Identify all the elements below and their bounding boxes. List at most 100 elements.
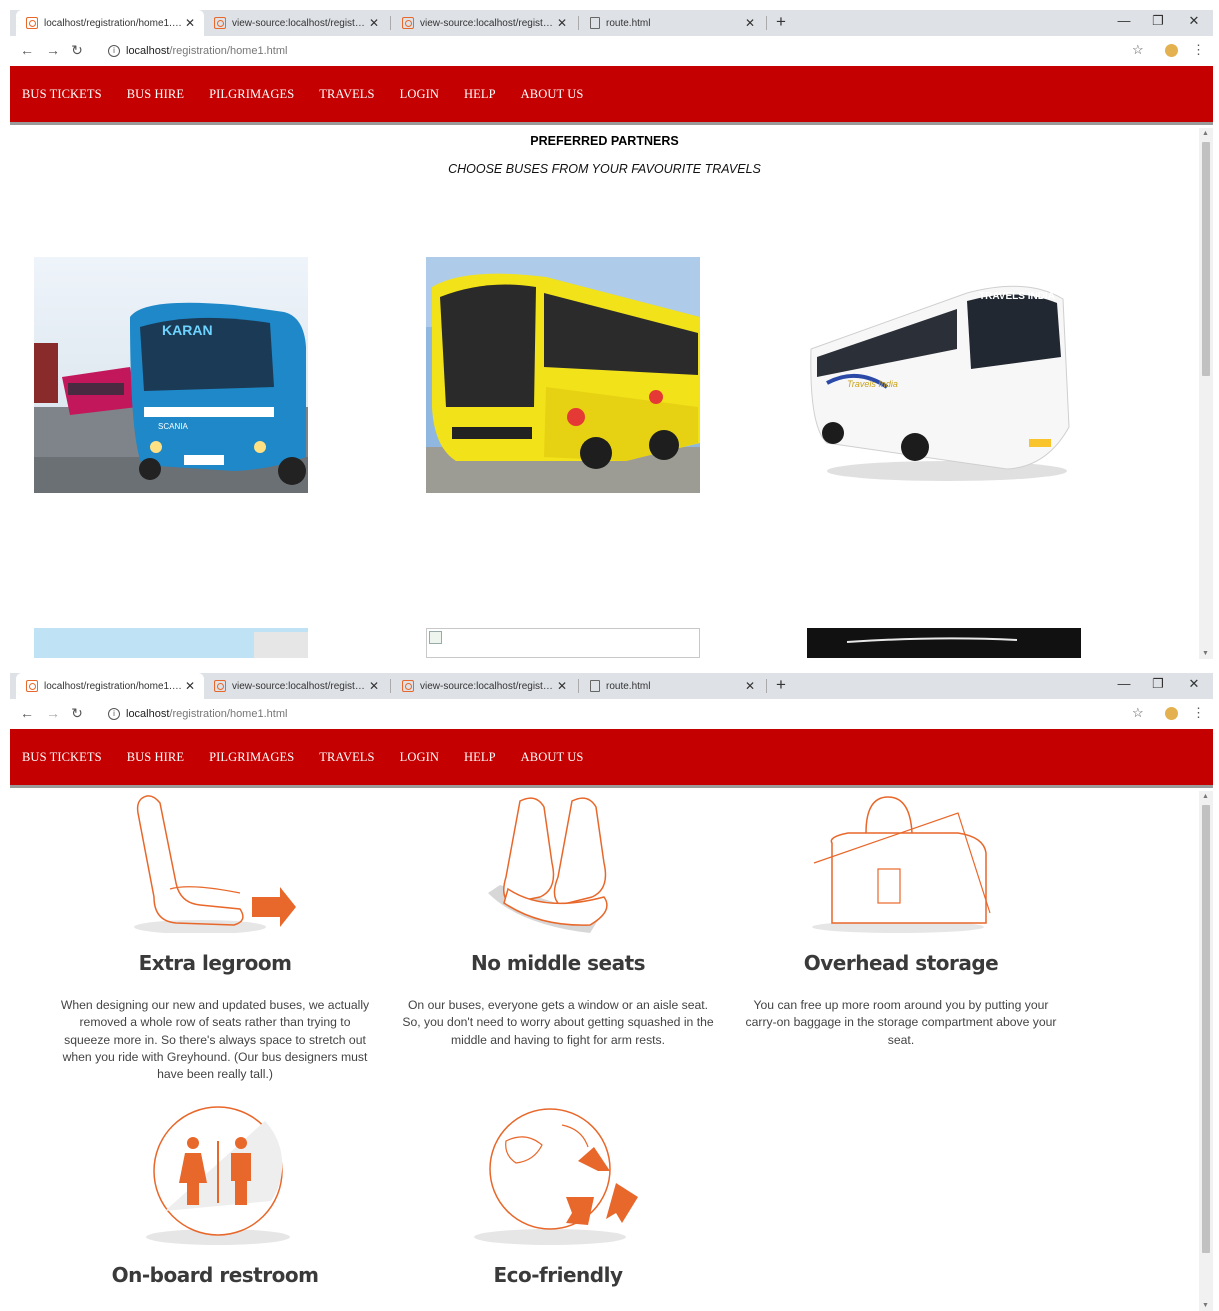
partner-bus-image-1[interactable]: KARAN SCANIA: [34, 257, 308, 493]
nav-login[interactable]: LOGIN: [400, 87, 439, 102]
legroom-seat-icon: [130, 793, 310, 938]
page-scrollbar[interactable]: ▲ ▼: [1199, 791, 1213, 1311]
url-path: /registration/home1.html: [169, 45, 288, 57]
bus-brand-label: KARAN: [162, 322, 213, 338]
nav-help[interactable]: HELP: [464, 87, 496, 102]
tab-view-source-2[interactable]: view-source:localhost/registration ✕: [392, 10, 576, 36]
back-icon[interactable]: ←: [18, 42, 36, 58]
url-host: localhost: [126, 708, 170, 720]
close-icon[interactable]: ✕: [366, 679, 382, 693]
page-icon: [402, 680, 414, 692]
document-icon: [590, 680, 600, 692]
nav-about-us[interactable]: ABOUT US: [521, 87, 584, 102]
info-icon[interactable]: i: [108, 708, 120, 720]
minimize-icon[interactable]: —: [1114, 676, 1134, 691]
close-icon[interactable]: ✕: [742, 16, 758, 30]
address-bar[interactable]: i localhost/registration/home1.html: [104, 703, 1134, 725]
forward-icon[interactable]: →: [44, 42, 62, 58]
nav-travels[interactable]: TRAVELS: [319, 750, 374, 765]
profile-avatar[interactable]: [1165, 44, 1178, 57]
tab-view-source-1[interactable]: view-source:localhost/registration ✕: [204, 673, 388, 699]
feature-description: You can free up more room around you by …: [745, 998, 1057, 1047]
address-bar[interactable]: i localhost/registration/home1.html: [104, 40, 1134, 62]
bookmark-star-icon[interactable]: ☆: [1132, 42, 1144, 58]
broken-image-placeholder[interactable]: [426, 628, 700, 658]
scroll-thumb[interactable]: [1202, 142, 1210, 376]
tab-title: route.html: [606, 680, 651, 692]
tab-title: localhost/registration/home1.htm: [44, 680, 182, 692]
close-icon[interactable]: ✕: [182, 679, 198, 693]
restore-icon[interactable]: ❐: [1148, 13, 1168, 29]
close-icon[interactable]: ✕: [182, 16, 198, 30]
new-tab-icon[interactable]: +: [776, 675, 786, 695]
restore-icon[interactable]: ❐: [1148, 676, 1168, 692]
nav-bus-tickets[interactable]: BUS TICKETS: [22, 87, 102, 102]
forward-icon[interactable]: →: [44, 705, 62, 721]
recycle-globe-icon: [470, 1101, 650, 1252]
scroll-thumb[interactable]: [1202, 805, 1210, 1253]
tab-view-source-2[interactable]: view-source:localhost/registration ✕: [392, 673, 576, 699]
feature-description: When designing our new and updated buses…: [60, 998, 370, 1082]
reload-icon[interactable]: ↻: [68, 705, 86, 722]
close-window-icon[interactable]: ✕: [1184, 676, 1204, 692]
partner-bus-image-3[interactable]: TRAVELS INDIA Travels India: [807, 257, 1081, 493]
menu-kebab-icon[interactable]: ⋮: [1192, 42, 1205, 58]
nav-about-us[interactable]: ABOUT US: [521, 750, 584, 765]
bus-livery-label: Travels India: [847, 379, 898, 389]
tab-strip: localhost/registration/home1.htm ✕ view-…: [10, 10, 1213, 36]
page-scrollbar[interactable]: ▲ ▼: [1199, 128, 1213, 659]
bookmark-star-icon[interactable]: ☆: [1132, 705, 1144, 721]
tab-view-source-1[interactable]: view-source:localhost/registration ✕: [204, 10, 388, 36]
page-icon: [402, 17, 414, 29]
scroll-up-icon[interactable]: ▲: [1202, 793, 1209, 800]
back-icon[interactable]: ←: [18, 705, 36, 721]
tab-route[interactable]: route.html ✕: [580, 673, 764, 699]
feature-title: No middle seats: [470, 951, 646, 975]
feature-title: Eco-friendly: [493, 1263, 624, 1287]
partners-subtitle: CHOOSE BUSES FROM YOUR FAVOURITE TRAVELS: [448, 162, 761, 176]
info-icon[interactable]: i: [108, 45, 120, 57]
scroll-down-icon[interactable]: ▼: [1202, 650, 1209, 657]
tab-home[interactable]: localhost/registration/home1.htm ✕: [16, 673, 204, 699]
partner-bus-image-4[interactable]: [34, 628, 308, 658]
nav-pilgrimages[interactable]: PILGRIMAGES: [209, 87, 294, 102]
browser-window-bottom: localhost/registration/home1.htm ✕ view-…: [0, 663, 1219, 1311]
nav-login[interactable]: LOGIN: [400, 750, 439, 765]
tab-route[interactable]: route.html ✕: [580, 10, 764, 36]
feature-extra-legroom: Extra legroom When designing our new and…: [57, 951, 373, 1083]
nav-bus-tickets[interactable]: BUS TICKETS: [22, 750, 102, 765]
close-icon[interactable]: ✕: [366, 16, 382, 30]
nav-help[interactable]: HELP: [464, 750, 496, 765]
minimize-icon[interactable]: —: [1114, 13, 1134, 28]
partner-bus-image-2[interactable]: [426, 257, 700, 493]
new-tab-icon[interactable]: +: [776, 12, 786, 32]
nav-travels[interactable]: TRAVELS: [319, 87, 374, 102]
close-icon[interactable]: ✕: [554, 16, 570, 30]
nav-bus-hire[interactable]: BUS HIRE: [127, 87, 184, 102]
scroll-up-icon[interactable]: ▲: [1202, 130, 1209, 137]
feature-eco-friendly: Eco-friendly: [400, 1263, 716, 1287]
nav-pilgrimages[interactable]: PILGRIMAGES: [209, 750, 294, 765]
menu-kebab-icon[interactable]: ⋮: [1192, 705, 1205, 721]
browser-window-top: localhost/registration/home1.htm ✕ view-…: [0, 0, 1219, 659]
feature-onboard-restroom: On-board restroom: [57, 1263, 373, 1287]
document-icon: [590, 17, 600, 29]
tab-title: route.html: [606, 17, 651, 29]
site-navbar: BUS TICKETS BUS HIRE PILGRIMAGES TRAVELS…: [10, 66, 1213, 125]
scroll-down-icon[interactable]: ▼: [1202, 1302, 1209, 1309]
partner-bus-image-6[interactable]: [807, 628, 1081, 658]
close-window-icon[interactable]: ✕: [1184, 13, 1204, 29]
tab-separator: [578, 16, 579, 30]
tab-title: view-source:localhost/registration: [232, 17, 366, 29]
page-icon: [26, 680, 38, 692]
url-host: localhost: [126, 45, 170, 57]
nav-bus-hire[interactable]: BUS HIRE: [127, 750, 184, 765]
reload-icon[interactable]: ↻: [68, 42, 86, 59]
tab-home[interactable]: localhost/registration/home1.htm ✕: [16, 10, 204, 36]
tab-title: localhost/registration/home1.htm: [44, 17, 182, 29]
profile-avatar[interactable]: [1165, 707, 1178, 720]
luggage-bag-icon: [808, 793, 998, 938]
close-icon[interactable]: ✕: [742, 679, 758, 693]
close-icon[interactable]: ✕: [554, 679, 570, 693]
browser-toolbar: ← → ↻ i localhost/registration/home1.htm…: [10, 699, 1213, 729]
